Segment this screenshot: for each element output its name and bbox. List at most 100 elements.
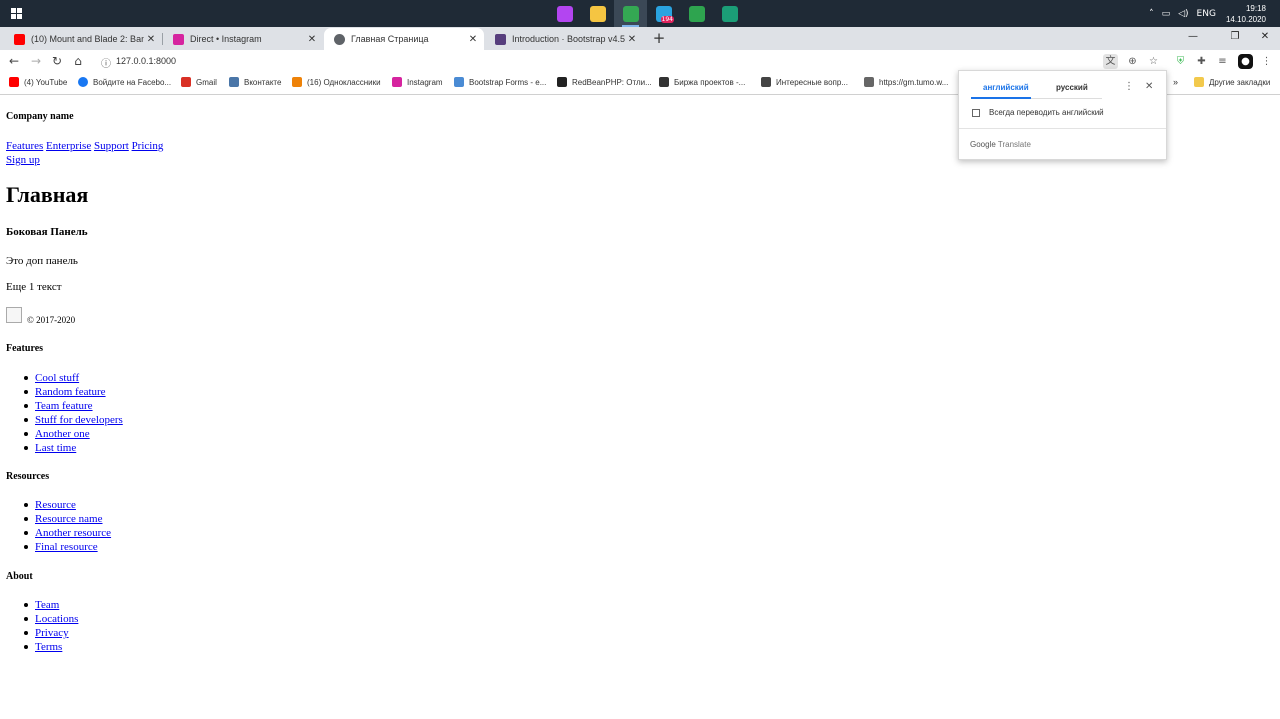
git-icon (688, 5, 705, 22)
questions-icon (761, 77, 771, 87)
language-indicator[interactable]: ENG (1197, 9, 1216, 19)
bookmark-facebook[interactable]: Войдите на Facebo... (78, 77, 171, 87)
footer-link[interactable]: Terms (35, 641, 62, 653)
bookmark-gmail[interactable]: Gmail (181, 77, 217, 87)
footer-about-title: About (6, 571, 33, 582)
network-icon[interactable]: ▭ (1162, 9, 1171, 19)
nav-enterprise-link[interactable]: Enterprise (46, 140, 91, 152)
taskbar-app-git[interactable] (680, 0, 713, 27)
footer-link[interactable]: Resource (35, 499, 76, 511)
footer-link[interactable]: Cool stuff (35, 372, 79, 384)
extensions-icon[interactable]: ✚ (1194, 54, 1209, 69)
nav-features-link[interactable]: Features (6, 140, 43, 152)
star-icon[interactable]: ☆ (1146, 54, 1161, 69)
footer-link[interactable]: Another one (35, 428, 90, 440)
profile-avatar[interactable]: ● (1238, 54, 1253, 69)
footer-link[interactable]: Locations (35, 613, 78, 625)
menu-dots-icon[interactable]: ⋮ (1259, 54, 1274, 69)
bookmark-interesting-questions[interactable]: Интересные вопр... (761, 77, 848, 87)
always-translate-checkbox[interactable] (972, 109, 980, 117)
bookmark-other-folder[interactable]: Другие закладки (1194, 77, 1270, 87)
bookmark-bootstrap-forms[interactable]: Bootstrap Forms - e... (454, 77, 546, 87)
back-icon[interactable]: ← (5, 52, 23, 70)
close-icon[interactable]: ✕ (1145, 81, 1153, 92)
close-tab-icon[interactable]: ✕ (466, 34, 480, 45)
reading-list-icon[interactable]: ≡ (1215, 54, 1230, 69)
translate-menu-icon[interactable]: ⋮ (1124, 81, 1134, 92)
restore-button[interactable]: ❐ (1222, 27, 1248, 47)
clock[interactable]: 19:18 14.10.2020 (1226, 3, 1266, 25)
translate-icon[interactable]: 文 (1103, 54, 1118, 69)
bookmark-tumo[interactable]: https://gm.tumo.w... (864, 77, 948, 87)
bookmark-youtube[interactable]: (4) YouTube (9, 77, 67, 87)
taskbar-app-chrome[interactable] (614, 0, 647, 27)
volume-icon[interactable]: ◁) (1178, 9, 1188, 19)
bookmarks-overflow-icon[interactable]: » (1173, 77, 1178, 87)
tab-bootstrap[interactable]: Introduction · Bootstrap v4.5 ✕ (485, 28, 643, 50)
tab-strip: (10) Mount and Blade 2: Bannerl ✕ Direct… (0, 27, 1280, 50)
footer-link[interactable]: Team feature (35, 400, 93, 412)
zoom-icon[interactable]: ⊕ (1125, 54, 1140, 69)
nav-pricing-link[interactable]: Pricing (132, 140, 164, 152)
list-item: Privacy (6, 626, 78, 640)
terminal-icon (721, 5, 738, 22)
signup-link[interactable]: Sign up (6, 154, 40, 166)
bookmark-birzha[interactable]: Биржа проектов -... (659, 77, 745, 87)
forward-icon[interactable]: → (27, 52, 45, 70)
sidebar-text: Это доп панель (6, 255, 78, 267)
globe-icon (334, 33, 345, 45)
taskbar-apps: 194 (548, 0, 746, 27)
broken-image-icon (6, 307, 22, 323)
chevron-up-icon[interactable]: ˄ (1149, 9, 1154, 19)
tab-russian[interactable]: русский (1056, 83, 1088, 92)
taskbar-app-terminal[interactable] (713, 0, 746, 27)
tumo-icon (864, 77, 874, 87)
list-item: Resource (6, 498, 111, 512)
taskbar-app-telegram[interactable]: 194 (647, 0, 680, 27)
tab-youtube[interactable]: (10) Mount and Blade 2: Bannerl ✕ (4, 28, 163, 50)
close-tab-icon[interactable]: ✕ (305, 34, 319, 45)
list-item: Team feature (6, 399, 123, 413)
footer-link[interactable]: Last time (35, 442, 76, 454)
close-window-button[interactable]: ✕ (1252, 27, 1278, 47)
bookmark-redbeanphp[interactable]: RedBeanPHP: Отли... (557, 77, 652, 87)
instagram-icon (173, 33, 184, 45)
close-tab-icon[interactable]: ✕ (625, 34, 639, 45)
bookmark-odnoklassniki[interactable]: (16) Одноклассники (292, 77, 381, 87)
footer-link[interactable]: Resource name (35, 513, 103, 525)
sidebar-title: Боковая Панель (6, 226, 88, 238)
windows-start-icon[interactable] (11, 8, 22, 19)
tab-english[interactable]: английский (983, 83, 1029, 92)
tab-home-page[interactable]: Главная Страница ✕ (324, 28, 484, 50)
address-bar[interactable]: 127.0.0.1:8000 (116, 56, 176, 66)
footer-link[interactable]: Stuff for developers (35, 414, 123, 426)
bootstrap-icon (495, 33, 506, 45)
reload-icon[interactable]: ↻ (48, 52, 66, 70)
chrome-icon (622, 5, 639, 22)
clock-time: 19:18 (1245, 3, 1266, 13)
tab-title: Главная Страница (351, 34, 429, 44)
gmail-icon (181, 77, 191, 87)
bookmark-vk[interactable]: Вконтакте (229, 77, 281, 87)
nav-support-link[interactable]: Support (94, 140, 129, 152)
footer-link[interactable]: Team (35, 599, 59, 611)
taskbar-app-phpstorm[interactable] (548, 0, 581, 27)
close-tab-icon[interactable]: ✕ (144, 34, 158, 45)
extra-text: Еще 1 текст (6, 281, 62, 293)
footer-link[interactable]: Random feature (35, 386, 106, 398)
footer-link[interactable]: Privacy (35, 627, 69, 639)
bookmark-instagram[interactable]: Instagram (392, 77, 443, 87)
minimize-button[interactable]: — (1180, 27, 1206, 47)
taskbar-app-file-explorer[interactable] (581, 0, 614, 27)
new-tab-button[interactable]: + (651, 29, 667, 47)
tab-instagram[interactable]: Direct • Instagram ✕ (163, 28, 323, 50)
list-item: Last time (6, 441, 123, 455)
info-icon[interactable]: ⓘ (101, 55, 111, 70)
always-translate-label: Всегда переводить английский (989, 108, 1104, 117)
footer-link[interactable]: Final resource (35, 541, 98, 553)
footer-link[interactable]: Another resource (35, 527, 111, 539)
list-item: Locations (6, 612, 78, 626)
home-icon[interactable]: ⌂ (69, 52, 87, 70)
shield-extension-icon[interactable]: ⛨ (1173, 54, 1188, 69)
footer-resources-list: Resource Resource name Another resource … (6, 498, 111, 554)
